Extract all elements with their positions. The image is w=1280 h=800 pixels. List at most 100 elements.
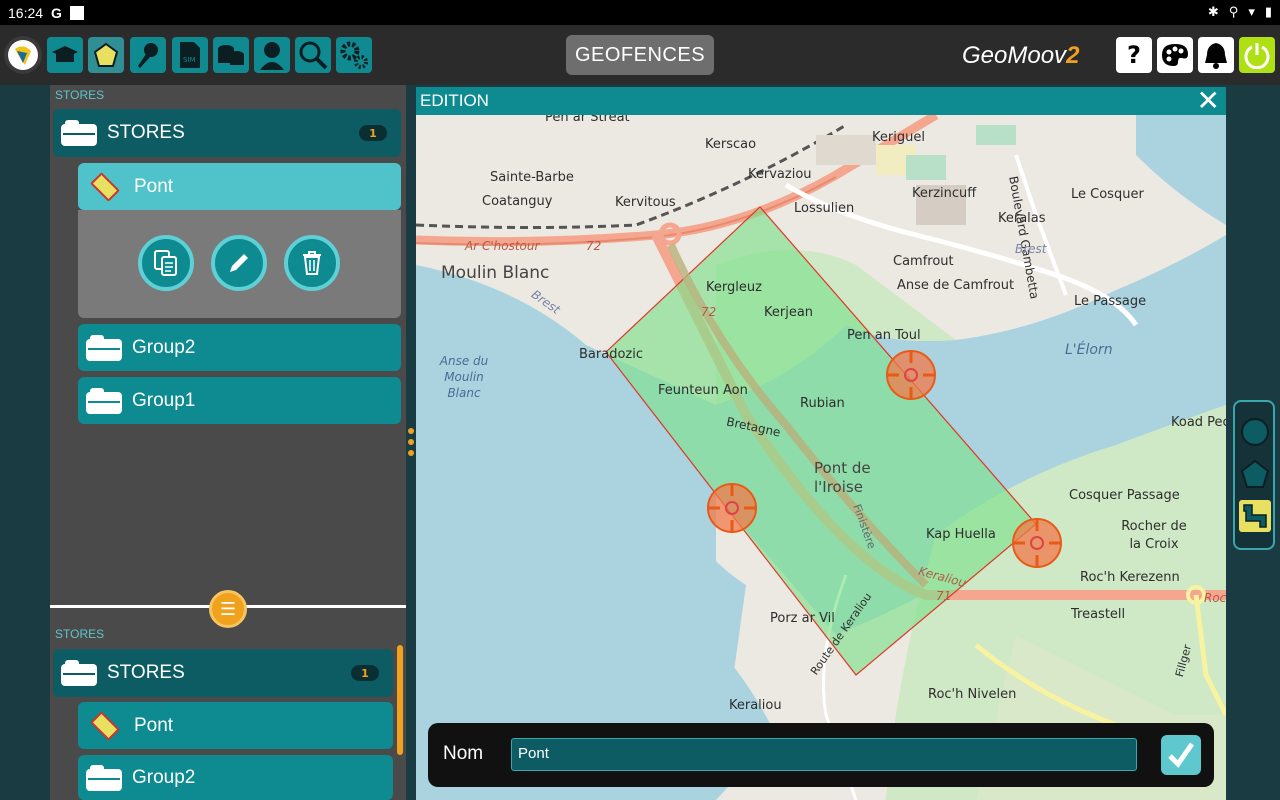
map-label: 72	[701, 305, 717, 319]
map-label: Anse de Camfrout	[897, 278, 1015, 293]
map-label: Koad Pec'h	[1171, 415, 1226, 430]
sim-icon[interactable]: SIM	[172, 37, 208, 73]
split-handle-icon[interactable]: ☰	[209, 590, 247, 628]
edit-icon	[230, 254, 248, 272]
map-label: Roc	[1204, 591, 1226, 605]
map-label: Moulin Blanc	[441, 263, 550, 283]
section-label: STORES	[55, 88, 105, 102]
wifi-icon: ▾	[1248, 5, 1255, 20]
settings-icon[interactable]	[336, 37, 372, 73]
list-item-pont[interactable]: Pont	[78, 163, 401, 210]
map-label: Ar C'hostour	[465, 239, 540, 253]
page-title[interactable]: GEOFENCES	[566, 35, 714, 75]
item-actions	[78, 210, 401, 318]
folder-stores[interactable]: STORES 1	[53, 109, 401, 157]
list-item-group2[interactable]: Group2	[78, 755, 393, 800]
map-label: Pen ar Streat	[545, 115, 630, 125]
edit-button[interactable]	[211, 235, 267, 291]
app-bar: SIM GEOFENCES GeoMoov2 ?	[0, 25, 1280, 85]
map-label: Keralas	[998, 211, 1046, 226]
map-canvas	[416, 115, 1226, 800]
map-label: Camfrout	[893, 254, 954, 269]
hat-icon[interactable]	[47, 37, 83, 73]
list-item-group2[interactable]: Group2	[78, 324, 401, 371]
map-label: Rubian	[800, 396, 845, 411]
map-view[interactable]: Pen ar Streat Kerscao Keriguel Boulevard…	[416, 115, 1226, 800]
map-label: 71	[936, 589, 952, 603]
section-label: STORES	[55, 627, 105, 641]
map-label: Kerscao	[705, 137, 757, 152]
polygon-tool-icon[interactable]	[1239, 458, 1271, 490]
map-label: Kerzincuff	[912, 186, 977, 201]
folder-icon	[86, 387, 122, 414]
power-icon[interactable]	[1239, 37, 1275, 73]
status-bar: 16:24 G ✱ ⚲ ▾ ▮	[0, 0, 1280, 25]
google-icon: G	[51, 4, 62, 21]
map-label: Treastell	[1071, 607, 1126, 622]
person-icon[interactable]	[254, 37, 290, 73]
location-icon: ⚲	[1228, 5, 1239, 20]
map-label: Porz ar Vil	[770, 611, 835, 626]
map-label: Sainte-Barbe	[490, 170, 574, 185]
map-label: Kap Huella	[926, 527, 996, 542]
map-label: Rocher de la Croix	[1121, 519, 1187, 552]
app-logo-icon[interactable]	[4, 36, 42, 74]
copy-icon	[154, 250, 177, 276]
search-icon[interactable]	[295, 37, 331, 73]
confirm-button[interactable]	[1161, 735, 1201, 775]
count-badge: 1	[351, 665, 379, 681]
map-label: Baradozic	[579, 347, 643, 362]
coins-icon[interactable]	[213, 37, 249, 73]
vertex-handle[interactable]	[706, 482, 758, 534]
circle-tool-icon[interactable]	[1239, 416, 1271, 448]
map-label: Coatanguy	[482, 194, 553, 209]
folder-icon	[61, 120, 97, 146]
edition-panel: EDITION ✕ Pen ar Streat Kerscao Keriguel…	[416, 87, 1226, 800]
close-icon[interactable]: ✕	[1197, 87, 1220, 115]
check-icon	[1168, 742, 1195, 768]
map-label: L'Élorn	[1065, 342, 1113, 358]
map-label: Keraliou	[729, 698, 782, 713]
vertex-handle[interactable]	[1011, 517, 1063, 569]
map-label: Kerjean	[764, 305, 814, 320]
folder-icon	[61, 660, 97, 686]
geofence-list-panel: STORES STORES 1 Pont Group2 Group1 ☰ STO…	[50, 85, 406, 800]
list-item-group1[interactable]: Group1	[78, 377, 401, 424]
delete-button[interactable]	[284, 235, 340, 291]
map-label: Roc'h Kerezenn	[1080, 570, 1180, 585]
route-tool-icon[interactable]	[1239, 500, 1271, 532]
panel-resize-handle[interactable]	[408, 428, 414, 461]
polygon-item-icon	[90, 171, 120, 202]
help-icon[interactable]: ?	[1116, 37, 1152, 73]
map-label: Kervaziou	[748, 167, 812, 182]
copy-button[interactable]	[138, 235, 194, 291]
bell-icon[interactable]	[1198, 37, 1234, 73]
map-label: Cosquer Passage	[1069, 488, 1180, 503]
vertex-handle[interactable]	[885, 349, 937, 401]
name-label: Nom	[443, 743, 484, 764]
map-label: Pen an Toul	[847, 328, 921, 343]
edition-title: EDITION	[420, 91, 489, 110]
polygon-item-icon	[90, 710, 120, 741]
delete-icon	[303, 251, 321, 275]
map-label: Le Cosquer	[1071, 187, 1144, 202]
folder-stores[interactable]: STORES 1	[53, 649, 393, 697]
name-bar: Nom Pont	[428, 723, 1214, 787]
brand-logo: GeoMoov2	[962, 42, 1080, 69]
svg-text:SIM: SIM	[183, 56, 196, 64]
map-label: 72	[586, 239, 602, 253]
list-item-pont[interactable]: Pont	[78, 702, 393, 749]
notification-icon	[69, 5, 84, 20]
palette-icon[interactable]	[1157, 37, 1193, 73]
map-label: Kervitous	[615, 195, 676, 210]
geofence-icon[interactable]	[88, 37, 124, 73]
map-label: Le Passage	[1074, 294, 1147, 309]
count-badge: 1	[359, 125, 387, 141]
scrollbar[interactable]	[397, 645, 403, 755]
map-label: Feunteun Aon	[658, 383, 748, 398]
status-time: 16:24	[8, 4, 44, 21]
name-input[interactable]: Pont	[511, 738, 1137, 771]
microphone-icon[interactable]	[130, 37, 166, 73]
folder-icon	[86, 764, 122, 791]
map-label: Keriguel	[872, 130, 925, 145]
